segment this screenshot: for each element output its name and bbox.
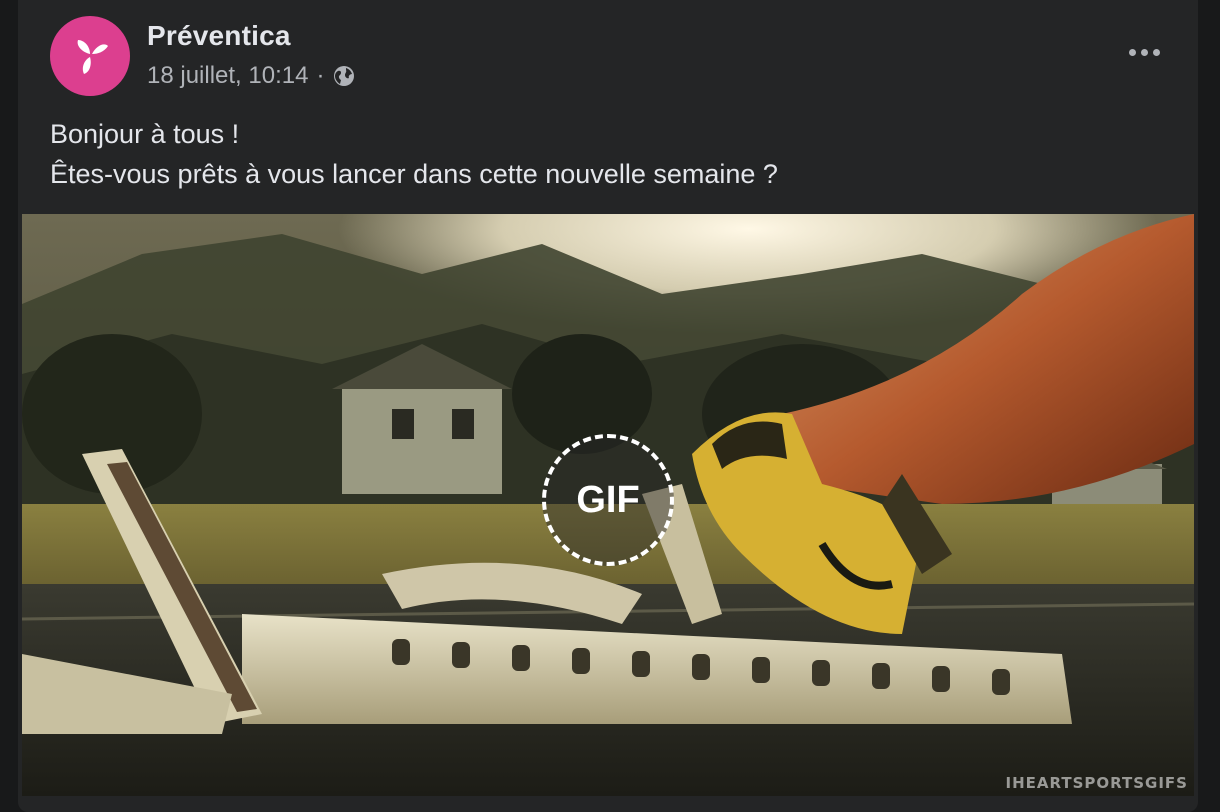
post-text: Bonjour à tous ! Êtes-vous prêts à vous … xyxy=(50,114,1166,194)
post-timestamp[interactable]: 18 juillet, 10:14 xyxy=(147,62,308,90)
more-options-icon xyxy=(1128,48,1136,56)
post-card: Préventica 18 juillet, 10:14 · Bonjour à… xyxy=(18,0,1198,812)
gif-play-button[interactable]: GIF xyxy=(542,434,674,566)
gif-watermark: IHEARTSPORTSGIFS xyxy=(1005,774,1188,792)
page-avatar[interactable] xyxy=(50,16,130,96)
more-options-button[interactable] xyxy=(1122,34,1166,70)
post-text-line: Êtes-vous prêts à vous lancer dans cette… xyxy=(50,159,778,189)
post-text-line: Bonjour à tous ! xyxy=(50,119,240,149)
preventica-logo-icon xyxy=(77,40,108,74)
meta-separator: · xyxy=(316,62,325,89)
post-gif-media[interactable]: GIF IHEARTSPORTSGIFS xyxy=(22,214,1194,796)
globe-icon[interactable] xyxy=(332,64,356,88)
post-meta: 18 juillet, 10:14 · xyxy=(147,62,356,90)
post-header: Préventica 18 juillet, 10:14 · xyxy=(50,16,1166,96)
page-name-link[interactable]: Préventica xyxy=(147,20,291,52)
